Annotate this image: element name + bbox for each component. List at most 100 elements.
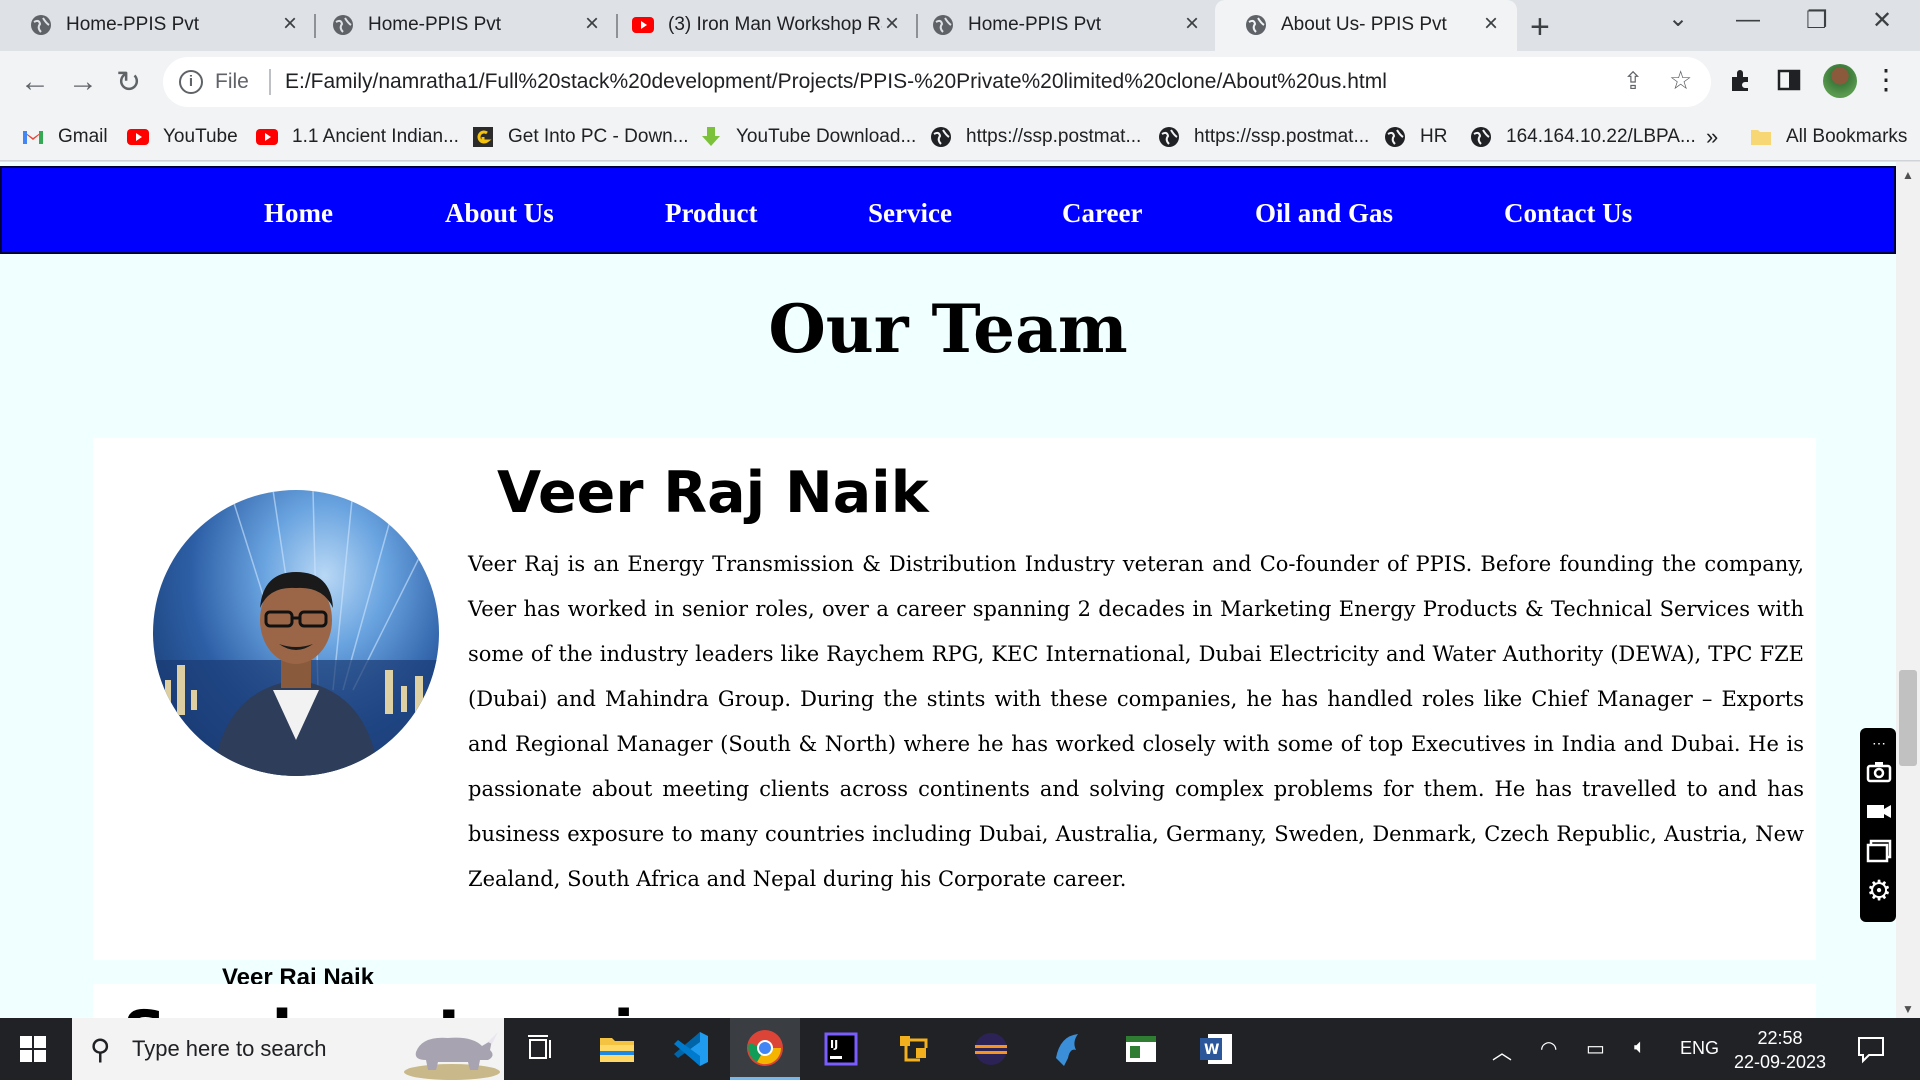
bookmark-ancient-indian[interactable]: 1.1 Ancient Indian... — [256, 123, 459, 151]
chrome-icon — [747, 1029, 783, 1066]
side-panel-icon[interactable] — [1776, 67, 1802, 93]
extensions-icon[interactable] — [1728, 67, 1754, 93]
url-scheme-label: File — [215, 70, 249, 93]
member-bio: Veer Raj is an Energy Transmission & Dis… — [468, 552, 1804, 891]
language-indicator[interactable]: ENG — [1680, 1038, 1719, 1059]
vscode-icon[interactable] — [656, 1018, 726, 1080]
nav-oil-and-gas[interactable]: Oil and Gas — [1255, 198, 1393, 229]
tab-strip: Home-PPIS Pvt × Home-PPIS Pvt × (3) Iron… — [0, 0, 1920, 51]
site-navbar: Home About Us Product Service Career Oil… — [0, 166, 1896, 254]
bookmark-gmail[interactable]: Gmail — [22, 123, 108, 151]
nav-contact-us[interactable]: Contact Us — [1504, 198, 1632, 229]
url-text[interactable]: E:/Family/namratha1/Full%20stack%20devel… — [285, 70, 1387, 94]
taskbar-search[interactable]: ⚲ Type here to search — [72, 1018, 504, 1080]
menu-icon[interactable]: ⋮ — [1872, 63, 1900, 96]
globe-icon — [31, 15, 51, 35]
bookmark-star-icon[interactable]: ☆ — [1669, 65, 1692, 96]
bookmark-label: YouTube — [163, 126, 238, 147]
all-bookmarks-button[interactable]: All Bookmarks — [1750, 123, 1907, 151]
reload-icon[interactable]: ↻ — [116, 65, 141, 100]
nav-about-us[interactable]: About Us — [445, 198, 554, 229]
battery-icon[interactable]: ▭ — [1586, 1036, 1605, 1061]
bookmark-label: HR — [1420, 126, 1448, 147]
bookmark-label: YouTube Download... — [736, 126, 917, 147]
task-view-icon[interactable] — [506, 1018, 576, 1080]
bookmark-label: 1.1 Ancient Indian... — [292, 126, 459, 147]
tab-title: Home-PPIS Pvt — [368, 14, 502, 35]
bookmarks-bar: Gmail YouTube 1.1 Ancient Indian... Get … — [0, 115, 1920, 161]
show-hidden-icons-icon[interactable]: ︿ — [1492, 1036, 1512, 1065]
camera-icon[interactable] — [1866, 758, 1892, 784]
git-tool-icon[interactable] — [880, 1018, 950, 1080]
address-bar[interactable]: i File E:/Family/namratha1/Full%20stack%… — [163, 57, 1711, 107]
bookmark-ssp-1[interactable]: https://ssp.postmat... — [930, 123, 1141, 151]
member-photo — [153, 490, 439, 776]
scroll-thumb[interactable] — [1899, 670, 1917, 766]
nav-service[interactable]: Service — [868, 198, 952, 229]
close-tab-icon[interactable]: × — [278, 12, 302, 36]
more-options-icon[interactable]: ⋯ — [1866, 730, 1892, 756]
word-icon[interactable]: W — [1182, 1018, 1252, 1080]
tab-item-active[interactable]: About Us- PPIS Pvt × — [1215, 0, 1517, 51]
search-highlight-rhino-icon — [404, 1032, 500, 1080]
bookmark-ssp-2[interactable]: https://ssp.postmat... — [1158, 123, 1369, 151]
tab-item[interactable]: Home-PPIS Pvt × — [902, 0, 1207, 51]
tab-item[interactable]: Home-PPIS Pvt × — [0, 0, 305, 51]
bookmark-lbpa[interactable]: 164.164.10.22/LBPA... — [1470, 123, 1696, 151]
video-camera-icon[interactable] — [1866, 798, 1892, 824]
bookmarks-overflow-button[interactable]: » — [1706, 123, 1718, 151]
eclipse-icon[interactable] — [956, 1018, 1026, 1080]
forward-icon[interactable]: → — [68, 65, 98, 99]
clock-time: 22:58 — [1757, 1028, 1803, 1048]
youtube-icon — [256, 129, 278, 145]
capture-toolbar: ⋯ ⚙ — [1860, 728, 1896, 922]
bookmark-hr[interactable]: HR — [1384, 123, 1447, 151]
site-info-icon[interactable]: i — [179, 70, 203, 94]
bookmark-label: Gmail — [58, 126, 108, 147]
wifi-icon[interactable]: ◠ — [1540, 1036, 1557, 1061]
nav-home[interactable]: Home — [264, 198, 333, 229]
close-window-icon[interactable]: ✕ — [1872, 6, 1892, 35]
tab-item[interactable]: Home-PPIS Pvt × — [302, 0, 607, 51]
volume-icon[interactable]: 🔈︎ — [1634, 1036, 1646, 1059]
close-tab-icon[interactable]: × — [580, 12, 604, 36]
bookmark-getintopc[interactable]: Get Into PC - Down... — [472, 123, 689, 151]
close-tab-icon[interactable]: × — [1180, 12, 1204, 36]
bookmark-youtube[interactable]: YouTube — [127, 123, 238, 151]
mysql-workbench-icon[interactable] — [1032, 1018, 1102, 1080]
profile-avatar[interactable] — [1823, 64, 1857, 98]
close-tab-icon[interactable]: × — [1479, 12, 1503, 36]
nav-career[interactable]: Career — [1062, 198, 1142, 229]
tab-title: (3) Iron Man Workshop Ra — [668, 14, 882, 35]
window-capture-icon[interactable] — [1866, 838, 1892, 864]
settings-gear-icon[interactable]: ⚙ — [1866, 877, 1892, 905]
scroll-down-icon[interactable]: ▼ — [1902, 1002, 1914, 1016]
back-icon[interactable]: ← — [20, 65, 50, 99]
tab-item[interactable]: (3) Iron Man Workshop Ra × — [602, 0, 907, 51]
bookmark-label: https://ssp.postmat... — [966, 126, 1142, 147]
file-explorer-icon[interactable] — [582, 1018, 652, 1080]
restore-icon[interactable]: ❐ — [1806, 6, 1828, 35]
notifications-icon[interactable] — [1856, 1034, 1886, 1064]
system-clock[interactable]: 22:58 22-09-2023 — [1720, 1026, 1840, 1074]
search-placeholder: Type here to search — [132, 1036, 327, 1061]
team-member-card: Veer Raj Naik Executive Director Veer Ra… — [93, 438, 1816, 1018]
page-scrollbar[interactable]: ▲ ▼ — [1896, 162, 1920, 1018]
globe-icon — [1471, 127, 1491, 147]
intellij-icon[interactable]: IJ — [806, 1018, 876, 1080]
nav-product[interactable]: Product — [665, 198, 758, 229]
browser-toolbar: ← → ↻ i File E:/Family/namratha1/Full%20… — [0, 51, 1920, 115]
section-title: Our Team — [768, 290, 1128, 368]
scroll-up-icon[interactable]: ▲ — [1902, 168, 1914, 182]
close-tab-icon[interactable]: × — [880, 12, 904, 36]
svg-text:W: W — [1204, 1042, 1219, 1058]
chrome-taskbar-button[interactable] — [730, 1018, 800, 1080]
bookmark-youtube-download[interactable]: YouTube Download... — [700, 123, 916, 151]
new-tab-icon[interactable]: + — [1530, 8, 1550, 47]
tab-search-icon[interactable]: ⌄ — [1668, 4, 1688, 33]
share-icon[interactable]: ⇪ — [1623, 67, 1643, 96]
minimize-icon[interactable]: — — [1736, 6, 1760, 34]
sql-developer-icon[interactable] — [1106, 1018, 1176, 1080]
windows-start-icon[interactable] — [20, 1036, 46, 1062]
globe-icon — [333, 15, 353, 35]
